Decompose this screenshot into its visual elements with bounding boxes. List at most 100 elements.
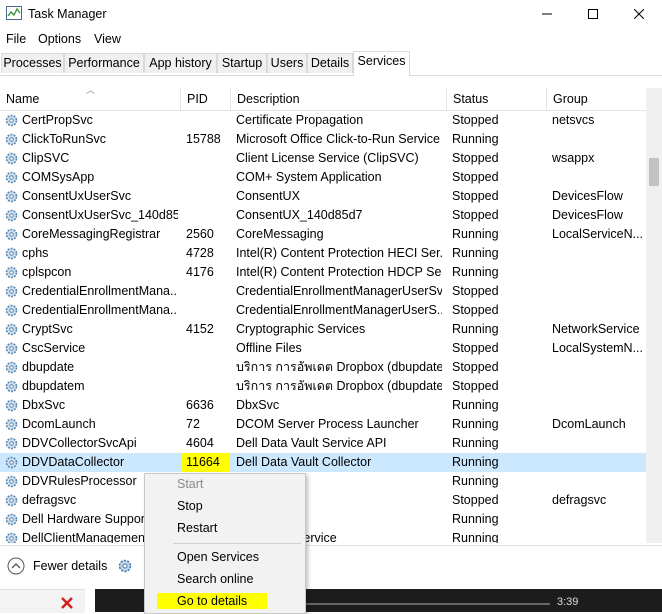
cell-description: Microsoft Office Click-to-Run Service bbox=[236, 132, 440, 146]
task-manager-icon bbox=[6, 6, 22, 20]
chevron-up-icon[interactable] bbox=[7, 557, 25, 575]
table-row[interactable]: CoreMessagingRegistrar 2560 CoreMessaging R… bbox=[0, 225, 646, 244]
table-row[interactable]: CredentialEnrollmentMana... CredentialEnr… bbox=[0, 301, 646, 320]
table-row[interactable]: DellClientManagementServicenagement Serv… bbox=[0, 529, 646, 543]
maximize-button[interactable] bbox=[570, 0, 616, 28]
menu-view[interactable]: View bbox=[94, 32, 121, 46]
table-row[interactable]: COMSysApp COM+ System Application Stopped bbox=[0, 168, 646, 187]
table-row[interactable]: ConsentUxUserSvc ConsentUX Stopped DevicesF… bbox=[0, 187, 646, 206]
menu-search-online[interactable]: Search online bbox=[177, 572, 253, 586]
table-row[interactable]: cphs 4728 Intel(R) Content Protection HECI… bbox=[0, 244, 646, 263]
cell-name: CertPropSvc bbox=[22, 113, 93, 127]
cell-name: dbupdate bbox=[22, 360, 75, 374]
table-row[interactable]: cplspcon 4176 Intel(R) Content Protection … bbox=[0, 263, 646, 282]
table-row[interactable]: CertPropSvc Certificate Propagation Stoppe… bbox=[0, 111, 646, 130]
column-status[interactable]: Status bbox=[446, 88, 546, 110]
service-gear-icon bbox=[5, 266, 18, 279]
cell-status: Stopped bbox=[452, 113, 499, 127]
tab-startup[interactable]: Startup bbox=[217, 53, 267, 73]
tab-details[interactable]: Details bbox=[307, 53, 353, 73]
table-row[interactable]: ClickToRunSvc 15788 Microsoft Office Click… bbox=[0, 130, 646, 149]
column-pid[interactable]: PID bbox=[180, 88, 230, 110]
menu-start[interactable]: Start bbox=[177, 477, 203, 491]
cell-pid bbox=[186, 301, 230, 320]
cell-pid bbox=[186, 206, 230, 225]
table-row[interactable]: DDVRulesProcessort ProcessorRunning bbox=[0, 472, 646, 491]
table-row[interactable]: ClipSVC Client License Service (ClipSVC) S… bbox=[0, 149, 646, 168]
service-gear-icon bbox=[5, 247, 18, 260]
cell-pid bbox=[186, 187, 230, 206]
table-row[interactable]: defragsvcesStoppeddefragsvc bbox=[0, 491, 646, 510]
table-row[interactable]: DDVDataCollector 11664 Dell Data Vault Col… bbox=[0, 453, 646, 472]
service-gear-icon bbox=[5, 456, 18, 469]
cell-name: DcomLaunch bbox=[22, 417, 96, 431]
fewer-details-link[interactable]: Fewer details bbox=[33, 559, 107, 573]
cell-description: CredentialEnrollmentManagerUserS... bbox=[236, 303, 442, 317]
cell-description: Offline Files bbox=[236, 341, 302, 355]
cell-name: dbupdatem bbox=[22, 379, 85, 393]
cell-pid bbox=[186, 358, 230, 377]
menu-file[interactable]: File bbox=[6, 32, 26, 46]
cell-description: บริการ การอัพเดต Dropbox (dbupdatem) bbox=[236, 379, 442, 393]
tab-app-history[interactable]: App history bbox=[144, 53, 217, 73]
progress-track[interactable] bbox=[305, 603, 550, 605]
cell-description: Cryptographic Services bbox=[236, 322, 366, 336]
menu-open-services[interactable]: Open Services bbox=[177, 550, 259, 564]
scrollbar-thumb[interactable] bbox=[649, 158, 659, 186]
title-bar: Task Manager bbox=[0, 0, 662, 28]
column-description[interactable]: Description bbox=[230, 88, 446, 110]
cell-group bbox=[552, 377, 644, 396]
table-row[interactable]: DbxSvc 6636 DbxSvc Running bbox=[0, 396, 646, 415]
cell-status: Running bbox=[452, 322, 499, 336]
context-menu: Start Stop Restart Open Services Search … bbox=[144, 473, 306, 614]
cell-status: Stopped bbox=[452, 170, 499, 184]
media-time: 3:39 bbox=[557, 596, 579, 608]
cell-group bbox=[552, 244, 644, 263]
red-x-icon bbox=[61, 597, 73, 609]
tab-users[interactable]: Users bbox=[267, 53, 307, 73]
footer: Fewer details bbox=[0, 545, 662, 588]
service-gear-icon bbox=[5, 494, 18, 507]
menu-stop[interactable]: Stop bbox=[177, 499, 203, 513]
cell-pid bbox=[186, 168, 230, 187]
menu-options[interactable]: Options bbox=[38, 32, 81, 46]
services-gear-icon[interactable] bbox=[117, 558, 133, 574]
cell-status: Stopped bbox=[452, 284, 499, 298]
column-name[interactable]: Name bbox=[0, 88, 180, 110]
service-gear-icon bbox=[5, 304, 18, 317]
cell-name: DDVCollectorSvcApi bbox=[22, 436, 137, 450]
table-row[interactable]: DcomLaunch 72 DCOM Server Process Launcher… bbox=[0, 415, 646, 434]
cell-description: Intel(R) Content Protection HDCP Se... bbox=[236, 265, 442, 279]
cell-name: ConsentUxUserSvc bbox=[22, 189, 132, 203]
cell-status: Stopped bbox=[452, 493, 499, 507]
table-row[interactable]: CscService Offline Files Stopped LocalSyste… bbox=[0, 339, 646, 358]
table-row[interactable]: Dell Hardware Supporte SupportRunning bbox=[0, 510, 646, 529]
tab-processes[interactable]: Processes bbox=[1, 53, 64, 73]
cell-description: บริการ การอัพเดต Dropbox (dbupdate) bbox=[236, 360, 442, 374]
cell-pid bbox=[186, 282, 230, 301]
table-row[interactable]: CredentialEnrollmentMana... CredentialEnr… bbox=[0, 282, 646, 301]
cell-pid: 4152 bbox=[186, 322, 214, 336]
menu-go-to-details[interactable]: Go to details bbox=[157, 593, 268, 609]
close-button[interactable] bbox=[616, 0, 662, 28]
table-row[interactable]: ConsentUxUserSvc_140d85d7 ConsentUX_140d8… bbox=[0, 206, 646, 225]
service-gear-icon bbox=[5, 209, 18, 222]
cell-group: DevicesFlow bbox=[552, 189, 623, 203]
window-title: Task Manager bbox=[28, 7, 107, 21]
vertical-scrollbar[interactable] bbox=[646, 88, 662, 543]
cell-status: Stopped bbox=[452, 303, 499, 317]
cell-name: ConsentUxUserSvc_140d85d7 bbox=[22, 208, 178, 222]
tab-performance[interactable]: Performance bbox=[64, 53, 144, 73]
cell-group bbox=[552, 472, 644, 491]
column-group[interactable]: Group bbox=[546, 88, 646, 110]
table-row[interactable]: DDVCollectorSvcApi 4604 Dell Data Vault Se… bbox=[0, 434, 646, 453]
cell-description: ConsentUX_140d85d7 bbox=[236, 208, 363, 222]
service-gear-icon bbox=[5, 285, 18, 298]
minimize-button[interactable] bbox=[524, 0, 570, 28]
tab-services[interactable]: Services bbox=[353, 51, 410, 76]
table-row[interactable]: dbupdatem บริการ การอัพเดต Dropbox (dbupd… bbox=[0, 377, 646, 396]
menu-restart[interactable]: Restart bbox=[177, 521, 217, 535]
service-gear-icon bbox=[5, 171, 18, 184]
table-row[interactable]: dbupdate บริการ การอัพเดต Dropbox (dbupda… bbox=[0, 358, 646, 377]
table-row[interactable]: CryptSvc 4152 Cryptographic Services Runnin… bbox=[0, 320, 646, 339]
